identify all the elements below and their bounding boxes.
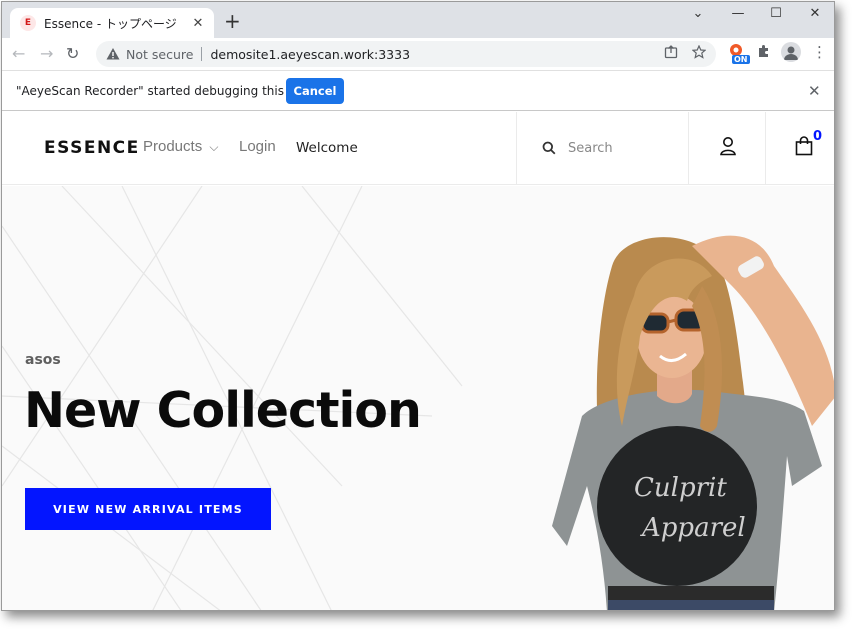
warning-icon xyxy=(106,48,120,60)
cart-count-badge: 0 xyxy=(813,129,823,144)
shopping-bag-icon[interactable] xyxy=(795,136,813,156)
infobar-close-icon[interactable]: ✕ xyxy=(808,82,821,100)
nav-products-label: Products xyxy=(143,138,203,155)
infobar-cancel-button[interactable]: Cancel xyxy=(286,78,344,104)
security-label[interactable]: Not secure xyxy=(126,47,193,62)
back-button[interactable]: ← xyxy=(12,44,25,64)
browser-toolbar: ← → ↻ Not secure demosite1.aeyescan.work… xyxy=(2,38,834,70)
extension-on-badge: ON xyxy=(732,55,750,64)
model-photo: Culprit Apparel xyxy=(552,235,834,610)
site-header: ESSENCE Products ⌵ Login Welcome 0 xyxy=(2,112,834,185)
bookmark-star-icon[interactable] xyxy=(692,45,706,59)
hero-banner: Culprit Apparel asos New Collection VIEW… xyxy=(2,186,834,610)
search-icon[interactable] xyxy=(542,141,556,155)
header-divider xyxy=(688,112,689,185)
profile-avatar-icon[interactable] xyxy=(781,42,801,62)
nav-welcome: Welcome xyxy=(296,140,358,156)
nav-login[interactable]: Login xyxy=(239,138,276,155)
browser-tab[interactable]: E Essence - トップページ ✕ xyxy=(10,8,214,38)
reload-button[interactable]: ↻ xyxy=(66,44,79,64)
shirt-print-line-1: Culprit xyxy=(634,473,727,503)
tab-strip: E Essence - トップページ ✕ + ⌄ — ☐ ✕ xyxy=(2,2,834,38)
tab-search-icon[interactable]: ⌄ xyxy=(684,6,712,26)
hero-eyebrow: asos xyxy=(25,352,61,368)
browser-window: E Essence - トップページ ✕ + ⌄ — ☐ ✕ ← → ↻ Not… xyxy=(1,1,835,611)
omnibox-divider xyxy=(201,47,203,61)
view-new-arrivals-button[interactable]: VIEW NEW ARRIVAL ITEMS xyxy=(25,488,271,530)
maximize-button[interactable]: ☐ xyxy=(762,6,790,26)
tab-title: Essence - トップページ xyxy=(44,16,177,31)
chevron-down-icon: ⌵ xyxy=(209,140,219,154)
shirt-print-line-2: Apparel xyxy=(640,513,746,543)
minimize-button[interactable]: — xyxy=(724,6,752,26)
browser-menu-icon[interactable]: ⋮ xyxy=(812,43,827,61)
close-window-button[interactable]: ✕ xyxy=(801,6,829,26)
tab-close-icon[interactable]: ✕ xyxy=(190,16,206,31)
forward-button[interactable]: → xyxy=(40,44,53,64)
nav-products[interactable]: Products ⌵ xyxy=(143,138,218,155)
header-divider xyxy=(516,112,517,185)
site-favicon-icon: E xyxy=(20,15,36,31)
share-icon[interactable] xyxy=(664,45,678,59)
url-text[interactable]: demosite1.aeyescan.work:3333 xyxy=(210,47,410,62)
debug-infobar: "AeyeScan Recorder" started debugging th… xyxy=(2,70,834,111)
site-logo[interactable]: ESSENCE xyxy=(44,138,140,158)
user-account-icon[interactable] xyxy=(718,136,738,156)
omnibox-actions xyxy=(664,45,706,59)
extensions-puzzle-icon[interactable] xyxy=(756,43,772,59)
hero-title: New Collection xyxy=(24,382,422,439)
search-input[interactable] xyxy=(568,137,678,159)
new-tab-button[interactable]: + xyxy=(224,11,241,31)
header-divider xyxy=(765,112,766,185)
address-bar[interactable]: Not secure demosite1.aeyescan.work:3333 xyxy=(96,41,716,67)
